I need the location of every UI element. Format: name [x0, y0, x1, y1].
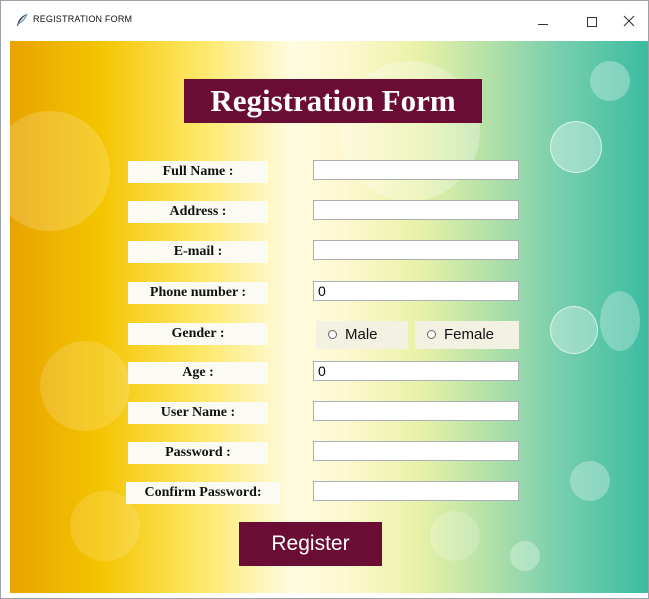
bokeh-light	[590, 61, 630, 101]
gender-label: Gender :	[128, 323, 268, 345]
title-bar[interactable]: REGISTRATION FORM	[1, 1, 648, 41]
window-title: REGISTRATION FORM	[33, 14, 133, 24]
confirm-password-input[interactable]	[313, 481, 519, 501]
maximize-icon	[587, 17, 597, 27]
register-button[interactable]: Register	[239, 522, 382, 566]
feather-icon	[17, 13, 28, 26]
gender-male-label: Male	[345, 326, 378, 343]
bokeh-light	[510, 541, 540, 571]
email-label: E-mail :	[128, 241, 268, 263]
bokeh-light	[40, 341, 130, 431]
confirm-password-label: Confirm Password:	[126, 482, 280, 504]
radio-indicator	[427, 330, 436, 339]
gender-male-radio[interactable]: Male	[316, 321, 408, 349]
bokeh-light	[10, 111, 110, 231]
address-label: Address :	[128, 201, 268, 223]
full-name-input[interactable]	[313, 160, 519, 180]
bokeh-light	[430, 511, 480, 561]
close-button[interactable]	[617, 9, 647, 33]
age-label: Age :	[128, 362, 268, 384]
form-title: Registration Form	[184, 79, 482, 123]
gender-female-label: Female	[444, 326, 495, 343]
password-label: Password :	[128, 442, 268, 464]
bokeh-light	[600, 291, 640, 351]
password-input[interactable]	[313, 441, 519, 461]
minimize-button[interactable]	[529, 9, 559, 33]
user-name-label: User Name :	[128, 402, 268, 424]
bokeh-light	[550, 306, 598, 354]
address-input[interactable]	[313, 200, 519, 220]
maximize-button[interactable]	[578, 9, 608, 33]
app-window: REGISTRATION FORM Registration Form Full…	[0, 0, 649, 599]
user-name-input[interactable]	[313, 401, 519, 421]
form-background: Registration Form Full Name : Address : …	[10, 41, 648, 593]
phone-number-label: Phone number :	[128, 282, 268, 304]
bokeh-light	[570, 461, 610, 501]
minimize-icon	[538, 24, 548, 25]
bokeh-light	[550, 121, 602, 173]
phone-number-input[interactable]: 0	[313, 281, 519, 301]
email-input[interactable]	[313, 240, 519, 260]
radio-indicator	[328, 330, 337, 339]
full-name-label: Full Name :	[128, 161, 268, 183]
gender-female-radio[interactable]: Female	[415, 321, 519, 349]
age-input[interactable]: 0	[313, 361, 519, 381]
close-icon	[623, 15, 635, 27]
